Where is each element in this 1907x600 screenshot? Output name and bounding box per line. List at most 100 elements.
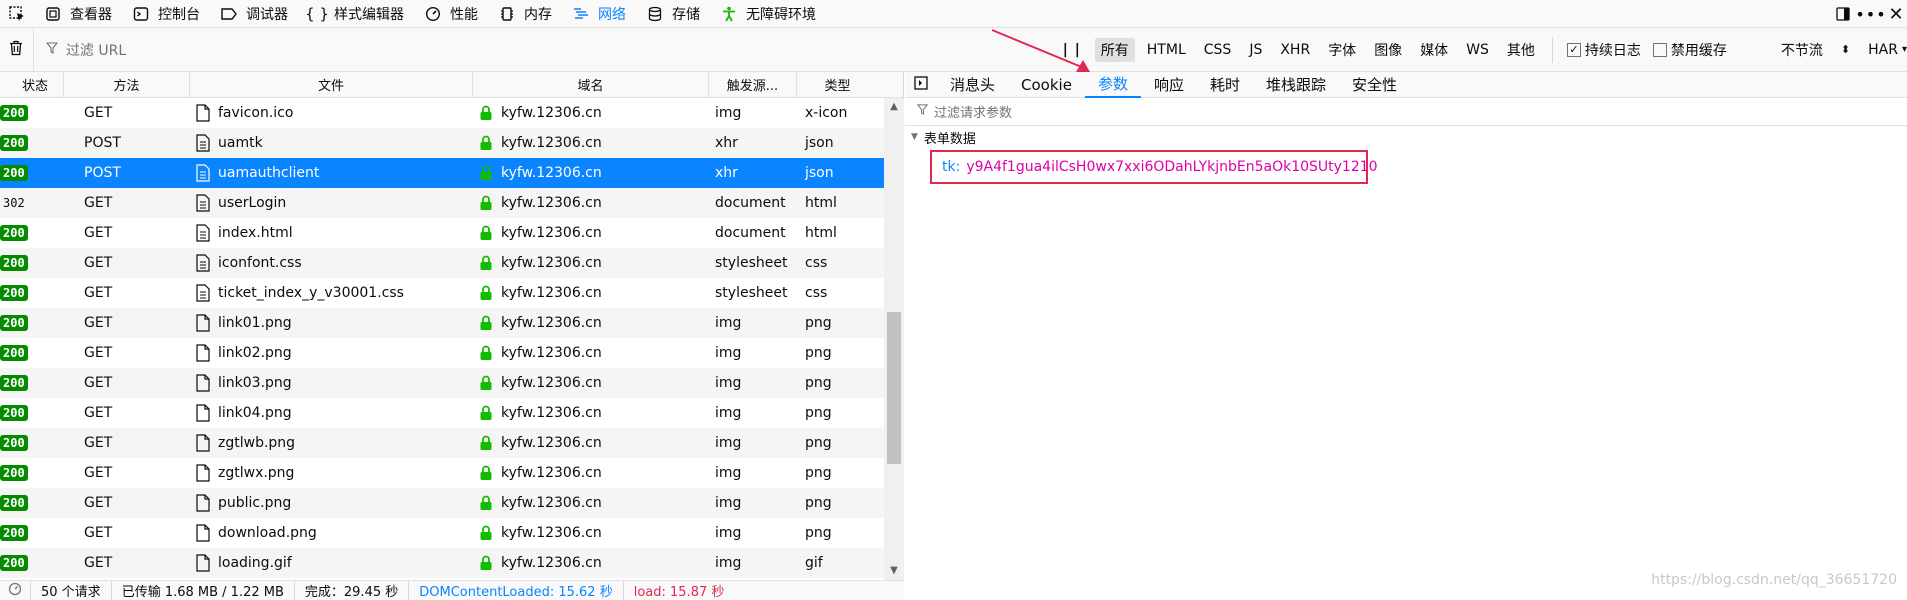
clear-requests-button[interactable] [0,27,34,72]
table-row[interactable]: 200 GET link02.png kyfw.12306.cn img png [0,338,884,368]
method-cell: GET [84,495,113,511]
type-filter-html[interactable]: HTML [1141,40,1192,60]
domain-name: kyfw.12306.cn [501,255,602,271]
element-picker-button[interactable] [0,0,34,28]
column-header-cause[interactable]: 触发源... [709,71,797,98]
table-row[interactable]: 200 GET iconfont.css kyfw.12306.cn styleshee… [0,248,884,278]
toggle-sidebar-button[interactable] [905,72,937,98]
finish-time: 完成：29.45 秒 [295,581,410,600]
type-filter-fonts[interactable]: 字体 [1322,38,1362,62]
close-icon[interactable]: ✕ [1885,0,1907,28]
tab-stack-trace[interactable]: 堆栈跟踪 [1253,72,1339,98]
type-filter-all[interactable]: 所有 [1094,37,1135,62]
column-header-status[interactable]: 状态 [0,71,64,98]
tab-console[interactable]: 控制台 [122,0,210,28]
persist-logs-checkbox[interactable]: ✓ 持续日志 [1566,40,1641,60]
form-param-row[interactable]: tk: y9A4f1gua4ilCsH0wx7xxi6ODahLYkjnbEn5… [930,150,1378,184]
disable-cache-checkbox[interactable]: 禁用缓存 [1652,40,1727,60]
performance-analysis-button[interactable] [0,581,31,600]
tab-performance[interactable]: 性能 [414,0,488,28]
transferred-size: 已传输 1.68 MB / 1.22 MB [112,581,295,600]
tab-storage[interactable]: 存储 [636,0,710,28]
table-row[interactable]: 200 POST uamtk kyfw.12306.cn xhr json [0,128,884,158]
tab-inspector-label: 查看器 [70,6,112,23]
table-row[interactable]: 200 GET link03.png kyfw.12306.cn img png [0,368,884,398]
table-row[interactable]: 200 GET public.png kyfw.12306.cn img png [0,488,884,518]
column-header-file[interactable]: 文件 [190,71,473,98]
scrollbar-thumb[interactable] [887,312,901,464]
table-row[interactable]: 200 POST uamauthclient kyfw.12306.cn xhr json [0,158,884,188]
table-row[interactable]: 200 GET link01.png kyfw.12306.cn img png [0,308,884,338]
request-list-scrollbar[interactable]: ▲ ▼ [884,98,904,580]
document-icon [196,284,210,302]
table-row[interactable]: 200 GET loading.gif kyfw.12306.cn img gif [0,548,884,578]
dock-mode-button[interactable] [1829,0,1857,28]
url-filter-placeholder: 过滤 URL [65,42,127,59]
cause-cell: img [715,405,742,421]
type-filter-images[interactable]: 图像 [1368,38,1408,62]
table-row[interactable]: 200 GET zgtlwx.png kyfw.12306.cn img png [0,458,884,488]
file-icon [196,104,210,122]
more-options-icon[interactable]: ••• [1855,0,1885,28]
file-name: uamtk [218,135,263,151]
file-name: zgtlwb.png [218,435,296,451]
tab-network[interactable]: 网络 [562,0,636,28]
table-row[interactable]: 200 GET favicon.ico kyfw.12306.cn img x-icon [0,98,884,128]
file-name: link03.png [218,375,292,391]
load-time: load: 15.87 秒 [633,585,725,600]
scroll-up-icon[interactable]: ▲ [884,98,904,116]
table-row[interactable]: 200 GET index.html kyfw.12306.cn document htm… [0,218,884,248]
params-filter-input[interactable]: 过滤请求参数 [905,98,1907,126]
type-cell: png [805,345,832,361]
type-cell: html [805,225,837,241]
tab-style-editor[interactable]: { } 样式编辑器 [298,0,414,28]
har-menu-button[interactable]: HAR ▾ [1868,42,1907,58]
table-row[interactable]: 200 GET download.png kyfw.12306.cn img png [0,518,884,548]
document-icon [196,224,210,242]
type-cell: png [805,525,832,541]
params-filter-placeholder: 过滤请求参数 [934,106,1013,121]
divider [1551,36,1553,63]
column-header-type[interactable]: 类型 [797,72,878,98]
har-label: HAR [1868,41,1898,58]
type-filter-ws[interactable]: WS [1460,40,1495,60]
type-filter-media[interactable]: 媒体 [1414,38,1454,62]
file-name: index.html [218,225,293,241]
file-cell: uamtk [190,128,473,158]
type-filter-css[interactable]: CSS [1198,40,1238,60]
annotation-arrow [991,29,1090,72]
tab-debugger[interactable]: 调试器 [210,0,298,28]
domain-cell: kyfw.12306.cn [473,428,709,458]
form-data-section-header[interactable]: ▼ 表单数据 [905,126,1907,148]
table-row[interactable]: 200 GET link04.png kyfw.12306.cn img png [0,398,884,428]
type-cell: html [805,195,837,211]
type-filter-js[interactable]: JS [1243,40,1268,60]
tab-response[interactable]: 响应 [1141,72,1197,98]
throttling-select[interactable]: 不节流 ⬍ [1781,40,1850,60]
stopwatch-icon [8,582,22,600]
tab-inspector[interactable]: 查看器 [34,0,122,28]
lock-icon [480,255,492,270]
tab-timings[interactable]: 耗时 [1197,72,1253,98]
scroll-down-icon[interactable]: ▼ [884,562,904,580]
status-cell: 200 [0,398,64,428]
toolbar-right-controls: ••• ✕ [1829,0,1907,28]
url-filter-input[interactable]: 过滤 URL [34,28,1052,72]
lock-icon [480,555,492,570]
tab-memory[interactable]: 内存 [488,0,562,28]
domain-name: kyfw.12306.cn [501,405,602,421]
column-header-domain[interactable]: 域名 [473,71,709,98]
table-row[interactable]: 302 GET userLogin kyfw.12306.cn document html [0,188,884,218]
tab-security[interactable]: 安全性 [1339,72,1410,98]
file-cell: public.png [190,488,473,518]
type-cell: png [805,495,832,511]
tab-debugger-label: 调试器 [246,6,288,23]
table-row[interactable]: 200 GET ticket_index_y_v30001.css kyfw.1230… [0,278,884,308]
type-filter-other[interactable]: 其他 [1501,38,1541,62]
tab-accessibility[interactable]: 无障碍环境 [710,0,826,28]
type-filter-xhr[interactable]: XHR [1274,40,1316,60]
table-row[interactable]: 200 GET zgtlwb.png kyfw.12306.cn img png [0,428,884,458]
lock-icon [480,375,492,390]
column-header-method[interactable]: 方法 [64,71,190,98]
file-icon [196,434,210,452]
